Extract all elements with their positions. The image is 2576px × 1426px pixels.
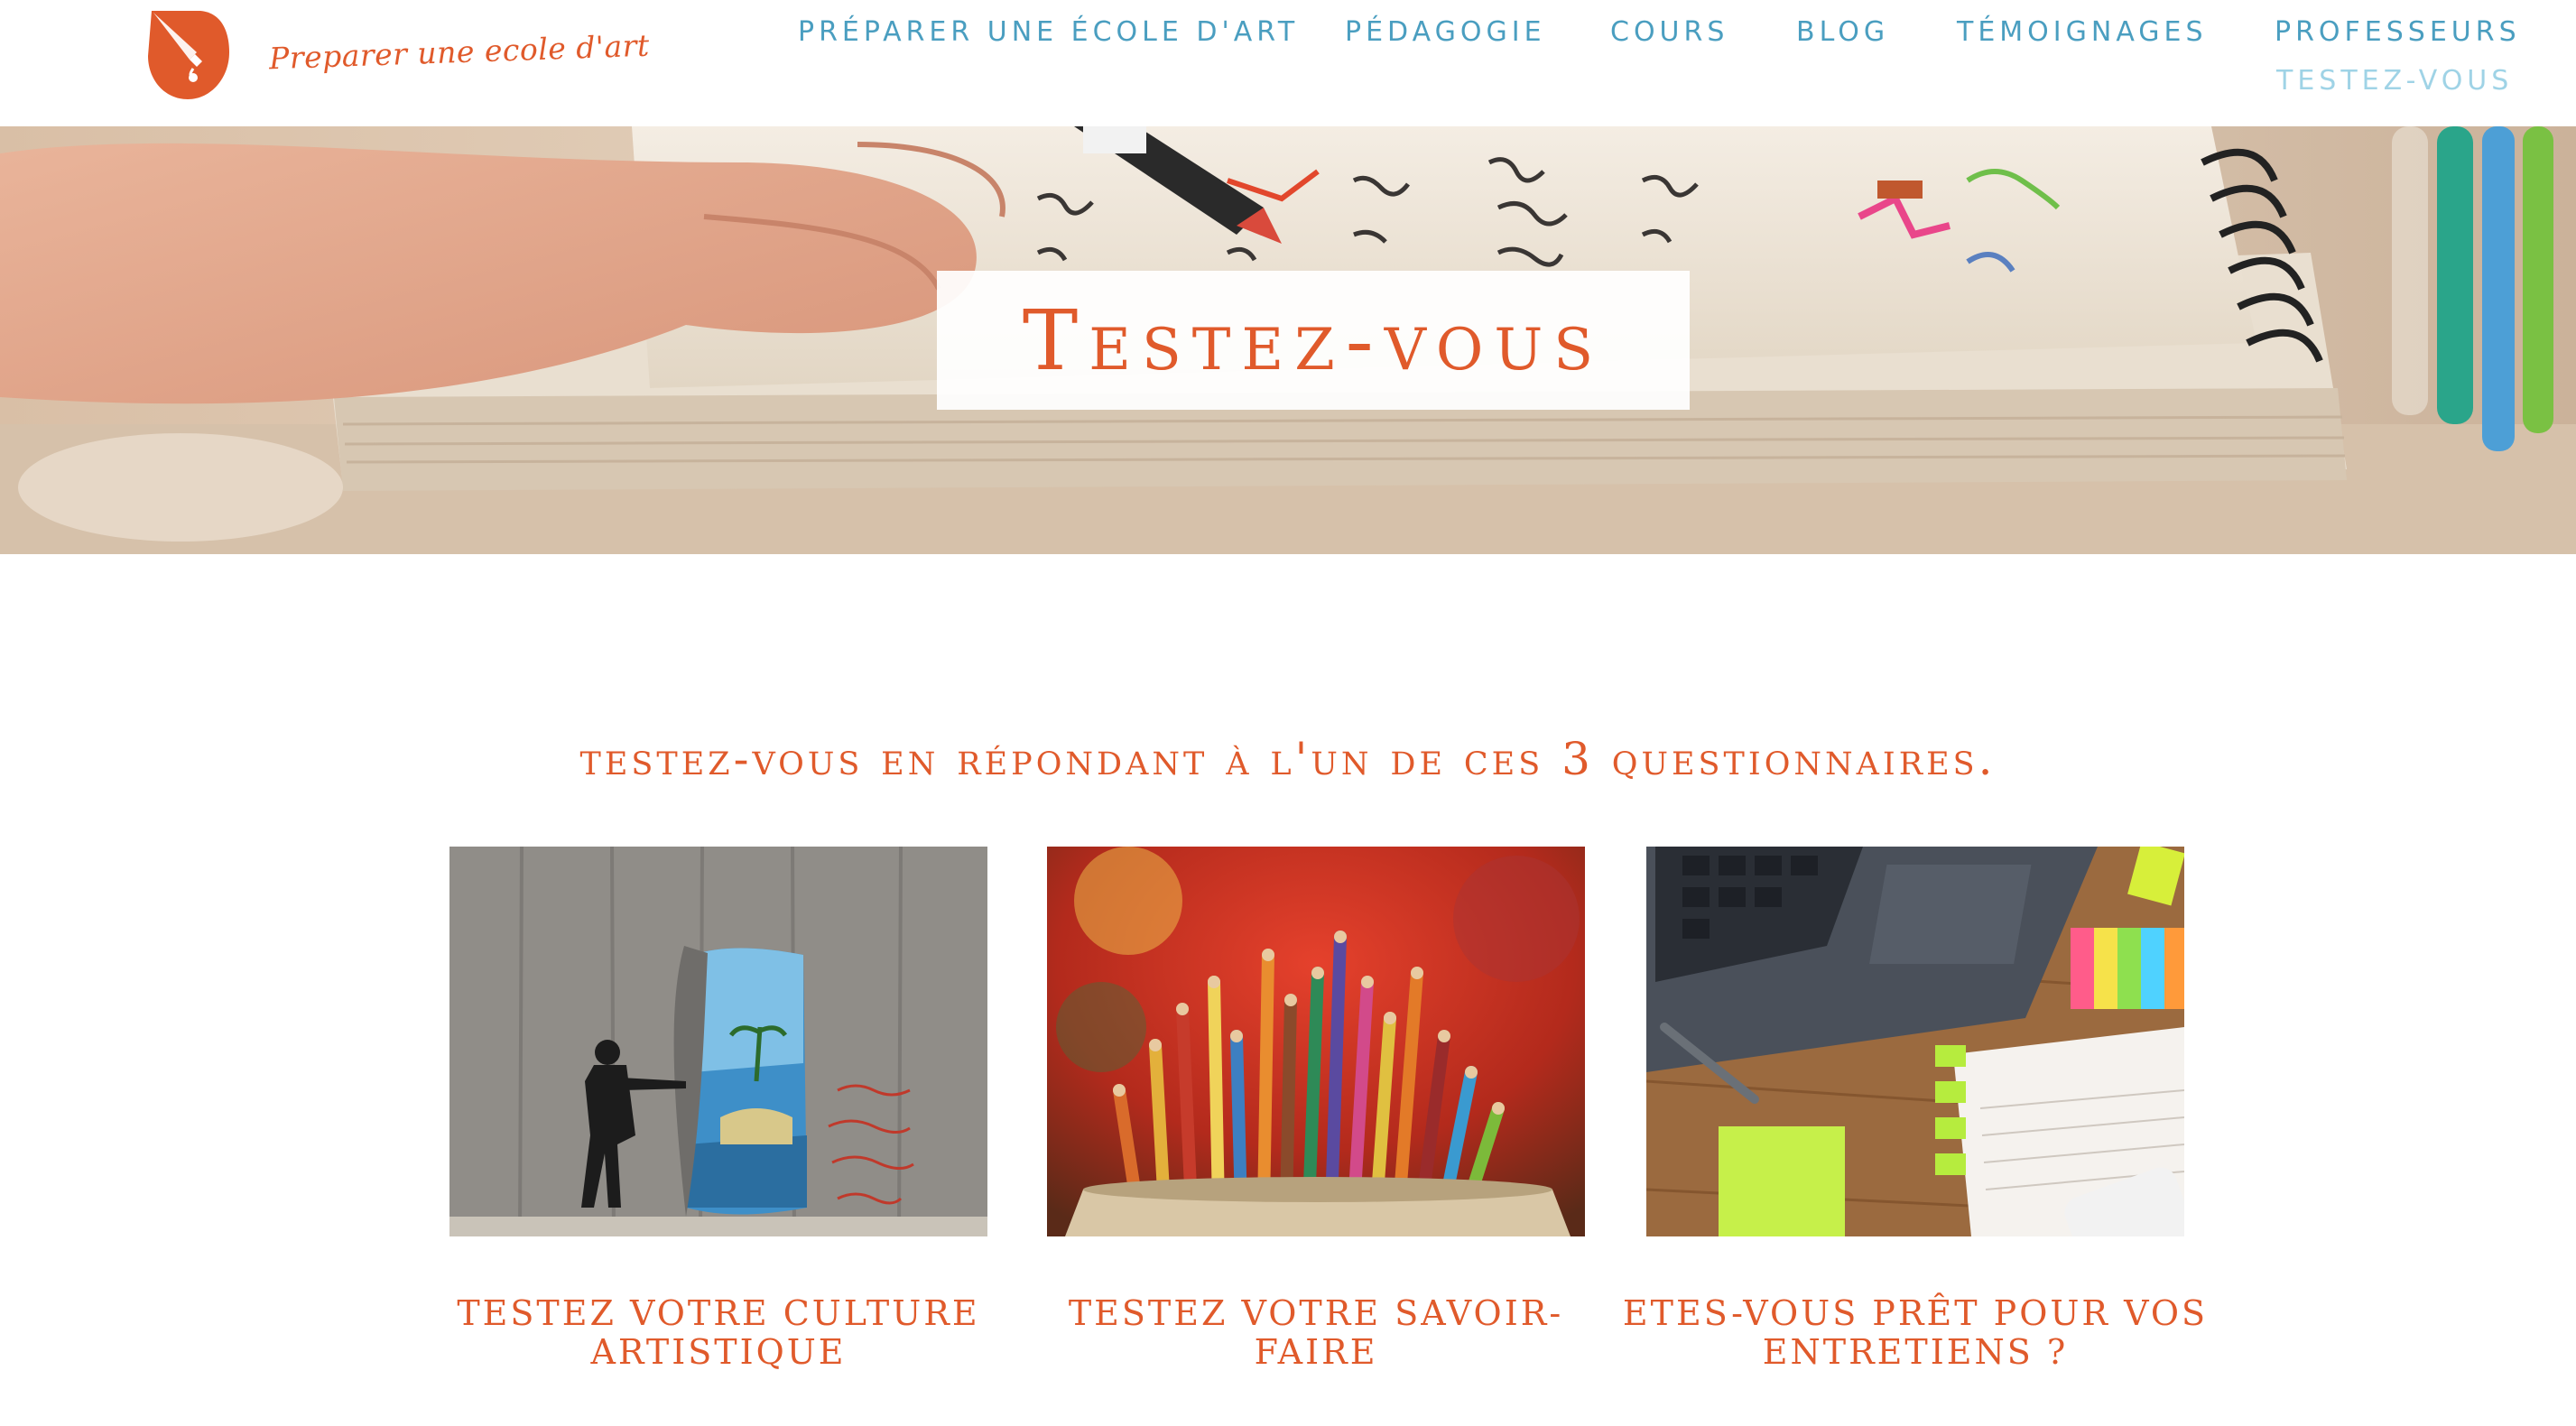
nav-item-cours[interactable]: COURS [1610, 16, 1728, 48]
quiz-card-title-culture[interactable]: TESTEZ VOTRE CULTURE ARTISTIQUE [413, 1294, 1024, 1372]
nav-item-preparer[interactable]: PRÉPARER UNE ÉCOLE D'ART [798, 16, 1299, 48]
quiz-card-savoir-faire: TESTEZ VOTRE SAVOIR-FAIRE [1047, 847, 1585, 1372]
page-title: Testez-vous [1022, 292, 1605, 389]
quiz-card-entretiens: ETES-VOUS PRÊT POUR VOS ENTRETIENS ? [1623, 847, 2205, 1372]
quiz-card-culture: TESTEZ VOTRE CULTURE ARTISTIQUE [449, 847, 987, 1372]
quiz-card-title-entretiens[interactable]: ETES-VOUS PRÊT POUR VOS ENTRETIENS ? [1610, 1294, 2220, 1372]
intro-heading: testez-vous en répondant à l'un de ces 3… [579, 733, 1997, 785]
nav-item-pedagogie[interactable]: PÉDAGOGIE [1345, 16, 1546, 48]
site-header: Preparer une ecole d'art PRÉPARER UNE ÉC… [0, 0, 2576, 126]
colored-pencils-image[interactable] [1047, 847, 1585, 1236]
nav-item-blog[interactable]: BLOG [1796, 16, 1889, 48]
quiz-card-title-savoir-faire[interactable]: TESTEZ VOTRE SAVOIR-FAIRE [1011, 1294, 1621, 1372]
nav-item-testez-vous[interactable]: TESTEZ-VOUS [2276, 65, 2513, 97]
nav-item-professeurs[interactable]: PROFESSEURS [2275, 16, 2521, 48]
laptop-desk-notes-image[interactable] [1646, 847, 2184, 1236]
hero-title-box: Testez-vous [937, 271, 1690, 410]
nav-item-temoignages[interactable]: TÉMOIGNAGES [1957, 16, 2208, 48]
main-nav: PRÉPARER UNE ÉCOLE D'ART PÉDAGOGIE COURS… [0, 0, 2576, 126]
hero-banner: Testez-vous [0, 126, 2576, 554]
street-art-wall-image[interactable] [449, 847, 987, 1236]
